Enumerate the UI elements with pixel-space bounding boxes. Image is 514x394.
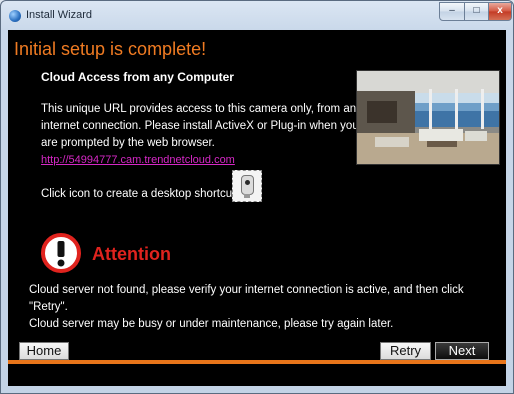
attention-message-line-1: Cloud server not found, please verify yo… xyxy=(29,284,464,313)
camera-body xyxy=(241,175,254,195)
install-wizard-window: Install Wizard – □ x Initial setup is co… xyxy=(0,0,514,394)
camera-stand xyxy=(244,194,250,198)
attention-heading: Attention xyxy=(92,244,171,264)
maximize-button[interactable]: □ xyxy=(464,2,489,21)
app-icon xyxy=(9,10,21,22)
title-bar[interactable]: Install Wizard – □ x xyxy=(1,1,513,31)
attention-message-line-2: Cloud server may be busy or under mainte… xyxy=(29,318,394,330)
home-button[interactable]: Home xyxy=(19,342,69,360)
camera-icon[interactable] xyxy=(232,170,262,202)
attention-icon xyxy=(41,233,81,273)
cloud-access-heading: Cloud Access from any Computer xyxy=(41,70,234,84)
window-title: Install Wizard xyxy=(26,9,93,21)
cloud-description: This unique URL provides access to this … xyxy=(41,103,362,149)
minimize-button[interactable]: – xyxy=(439,2,465,21)
close-button[interactable]: x xyxy=(488,2,512,21)
shortcut-instruction: Click icon to create a desktop shortcut. xyxy=(41,188,239,200)
cloud-url-link[interactable]: http://54994777.cam.trendnetcloud.com xyxy=(41,154,235,166)
next-button[interactable]: Next xyxy=(435,342,489,360)
footer-bar xyxy=(8,364,506,386)
room-photo xyxy=(356,70,500,165)
camera-lens xyxy=(245,180,250,185)
page-title: Initial setup is complete! xyxy=(14,39,207,59)
attention-message: Cloud server not found, please verify yo… xyxy=(29,282,504,333)
retry-button[interactable]: Retry xyxy=(380,342,431,360)
wizard-content: Initial setup is complete! Cloud Access … xyxy=(8,30,506,386)
